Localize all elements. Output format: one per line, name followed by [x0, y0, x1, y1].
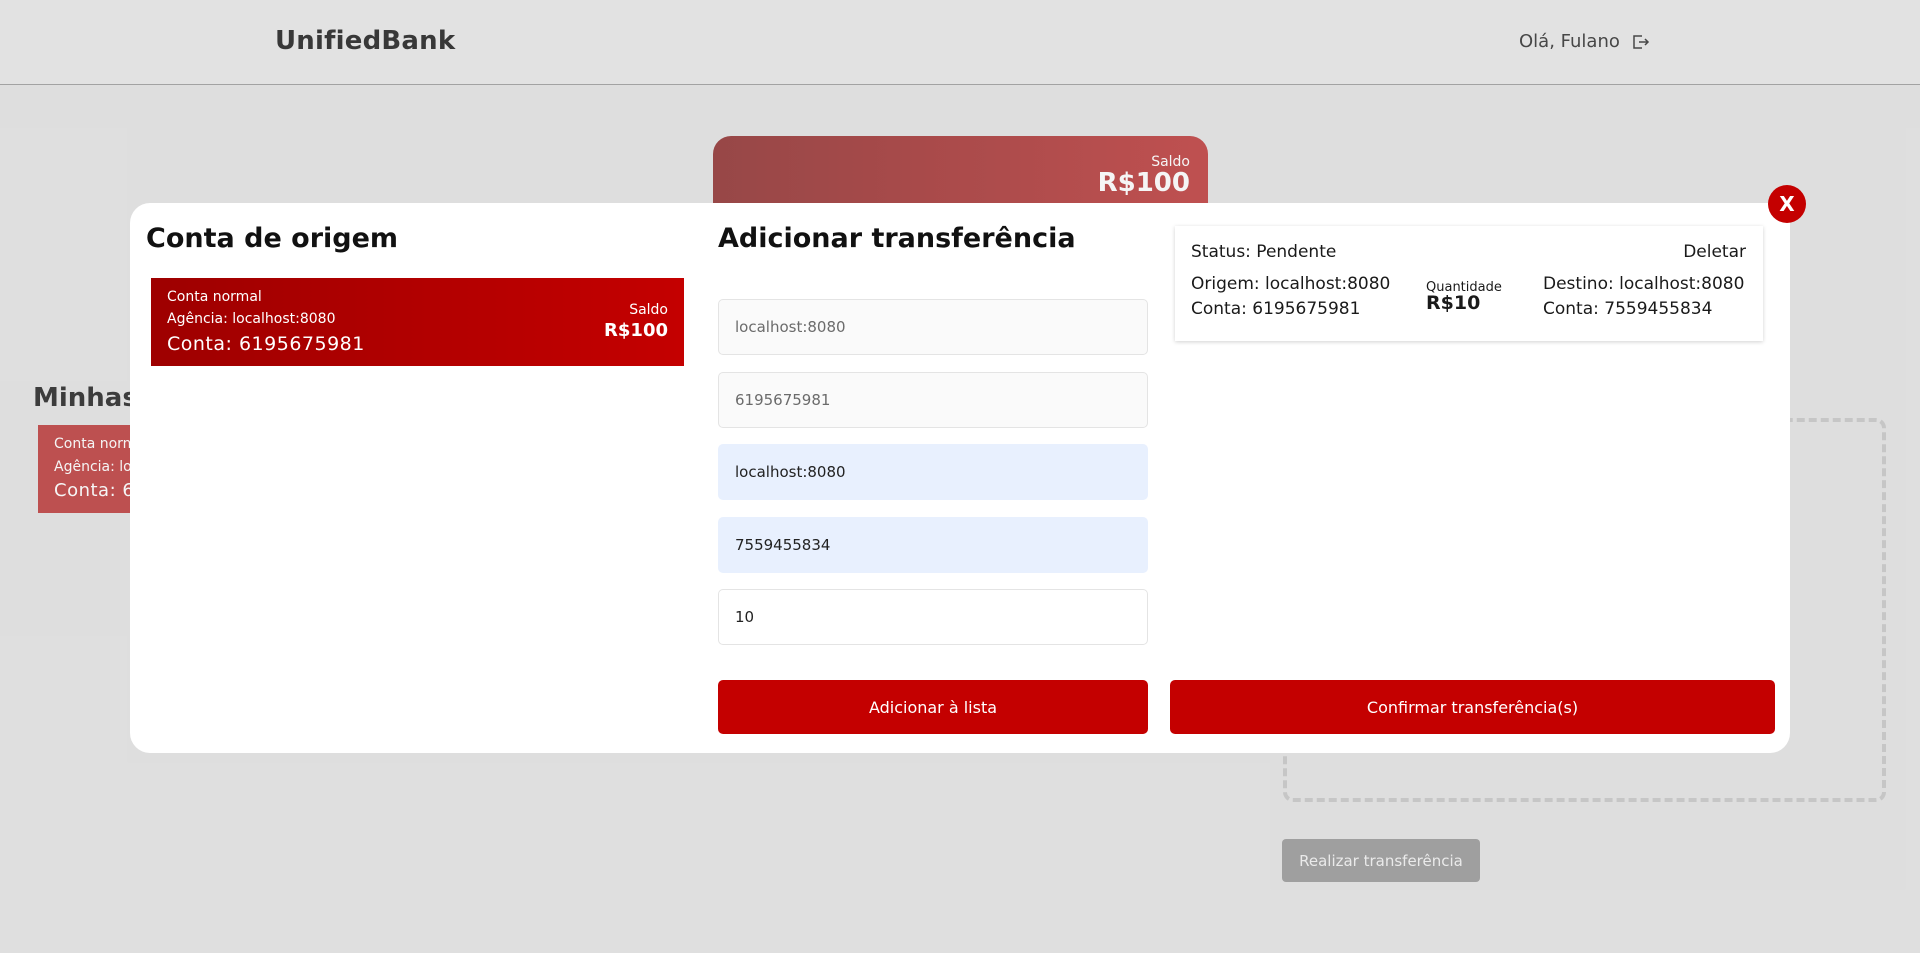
origin-account-agency: Agência: localhost:8080 [167, 311, 336, 327]
origin-account-title: Conta de origem [146, 223, 399, 254]
destination-agency-input[interactable] [718, 444, 1148, 500]
origin-account-type: Conta normal [167, 289, 262, 305]
transfer-quantity-value: R$10 [1426, 292, 1481, 314]
transfer-destination-account: Conta: 7559455834 [1543, 299, 1713, 319]
origin-account-input[interactable] [718, 372, 1148, 428]
transfer-modal: Conta de origem Conta normal Agência: lo… [130, 203, 1790, 753]
origin-balance-value: R$100 [604, 320, 668, 341]
transfer-status: Status: Pendente [1191, 242, 1337, 262]
close-modal-button[interactable]: X [1768, 185, 1806, 223]
origin-account-number: Conta: 6195675981 [167, 333, 365, 355]
delete-transfer-link[interactable]: Deletar [1683, 242, 1746, 262]
transfer-destination: Destino: localhost:8080 [1543, 274, 1745, 294]
pending-transfer-card: Status: Pendente Deletar Origem: localho… [1175, 226, 1763, 341]
transfer-origin: Origem: localhost:8080 [1191, 274, 1391, 294]
origin-agency-input[interactable] [718, 299, 1148, 355]
add-to-list-button[interactable]: Adicionar à lista [718, 680, 1148, 734]
add-transfer-title: Adicionar transferência [718, 223, 1076, 254]
confirm-transfers-button[interactable]: Confirmar transferência(s) [1170, 680, 1775, 734]
destination-account-input[interactable] [718, 517, 1148, 573]
amount-input[interactable] [718, 589, 1148, 645]
origin-balance-label: Saldo [629, 302, 668, 318]
origin-account-card[interactable]: Conta normal Agência: localhost:8080 Con… [151, 278, 684, 366]
transfer-origin-account: Conta: 6195675981 [1191, 299, 1361, 319]
